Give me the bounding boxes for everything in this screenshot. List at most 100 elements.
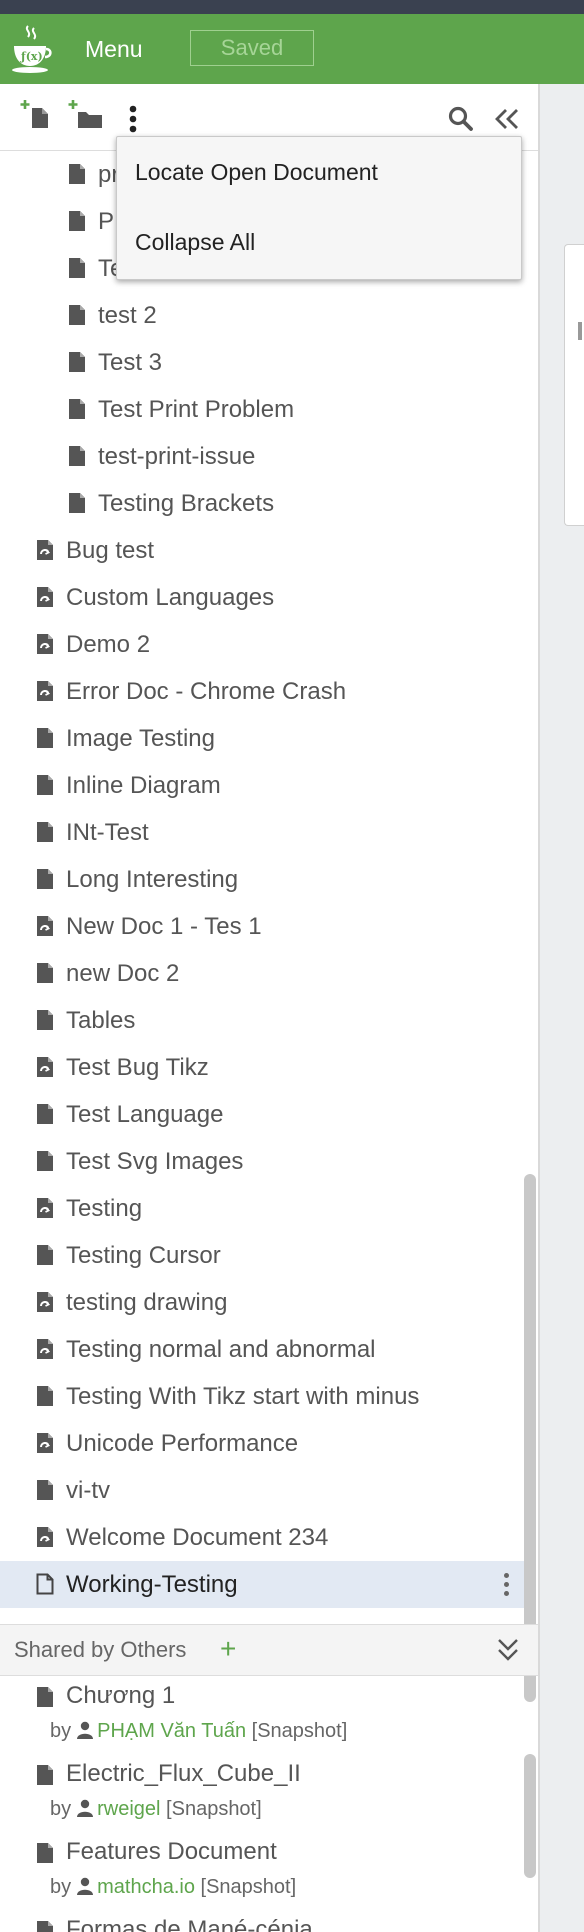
by-label: by <box>50 1720 72 1742</box>
window-top-strip <box>0 0 584 14</box>
document-tree: pr P Te test 2 Test 3 Test Print Problem test-… <box>0 151 538 1616</box>
tree-item-label: Inline Diagram <box>66 772 221 799</box>
tree-item[interactable]: Testing normal and abnormal <box>0 1326 526 1373</box>
file-icon <box>68 445 86 467</box>
shared-file-icon <box>36 680 54 702</box>
tree-item[interactable]: Testing <box>0 1185 526 1232</box>
shared-file-icon <box>36 1056 54 1078</box>
tree-item[interactable]: Custom Languages <box>0 574 526 621</box>
tree-item[interactable]: INt-Test <box>0 809 526 856</box>
user-icon <box>77 1721 94 1739</box>
add-folder-icon[interactable] <box>68 98 104 130</box>
tree-item-label: P <box>98 208 115 235</box>
tree-item[interactable]: Test Print Problem <box>0 386 526 433</box>
snapshot-tag: [Snapshot] <box>251 1720 348 1742</box>
file-icon <box>68 257 86 279</box>
shared-list-item[interactable]: Features Document by mathcha.io [Snapshot] <box>0 1832 520 1910</box>
tree-item-label: New Doc 1 - Tes 1 <box>66 913 262 940</box>
tree-item[interactable]: Demo 2 <box>0 621 526 668</box>
tree-item[interactable]: Test Svg Images <box>0 1138 526 1185</box>
tree-item[interactable]: test 2 <box>0 292 526 339</box>
tree-item[interactable]: new Doc 2 <box>0 950 526 997</box>
tree-item[interactable]: Tables <box>0 997 526 1044</box>
tree-item-label: test 2 <box>98 302 157 329</box>
mathcha-logo-icon[interactable]: ƒ(x) <box>8 24 52 76</box>
tree-item-label: Testing normal and abnormal <box>66 1336 376 1363</box>
shared-file-icon <box>36 633 54 655</box>
add-document-icon[interactable] <box>20 98 50 130</box>
shared-file-icon <box>36 915 54 937</box>
owner-link[interactable]: rweigel <box>97 1798 160 1820</box>
file-icon <box>36 1103 54 1125</box>
file-icon <box>68 163 86 185</box>
by-label: by <box>50 1876 72 1898</box>
shared-section-header[interactable]: Shared by Others + <box>0 1624 538 1676</box>
shared-file-icon <box>36 586 54 608</box>
tree-item[interactable]: vi-tv <box>0 1467 526 1514</box>
tree-item[interactable]: Error Doc - Chrome Crash <box>0 668 526 715</box>
tree-item[interactable]: Working-Testing <box>0 1561 526 1608</box>
tree-item-label: Test 3 <box>98 349 163 376</box>
tree-item[interactable]: Long Interesting <box>0 856 526 903</box>
tree-item[interactable]: Unicode Performance <box>0 1420 526 1467</box>
tree-item-label: testing drawing <box>66 1289 228 1316</box>
shared-list-item[interactable]: Chương 1 by PHẠM Văn Tuấn [Snapshot] <box>0 1676 520 1754</box>
snapshot-tag: [Snapshot] <box>200 1876 297 1898</box>
tree-item[interactable]: Testing Brackets <box>0 480 526 527</box>
tree-item[interactable]: Testing Cursor <box>0 1232 526 1279</box>
tree-item-label: Test Print Problem <box>98 396 295 423</box>
search-icon[interactable] <box>448 106 474 132</box>
tree-item[interactable]: Test Bug Tikz <box>0 1044 526 1091</box>
editor-page-card <box>564 244 584 526</box>
more-vertical-icon[interactable] <box>128 104 138 134</box>
menu-item-locate-open-document[interactable]: Locate Open Document <box>135 159 378 186</box>
tree-item[interactable]: New Doc 1 - Tes 1 <box>0 903 526 950</box>
owner-link[interactable]: mathcha.io <box>97 1876 195 1898</box>
tree-item[interactable]: Test Language <box>0 1091 526 1138</box>
expand-section-icon[interactable] <box>496 1637 520 1663</box>
tree-item[interactable]: Testing With Tikz start with minus <box>0 1373 526 1420</box>
file-icon <box>36 1244 54 1266</box>
add-shared-icon[interactable]: + <box>220 1635 236 1663</box>
tree-item-label: Unicode Performance <box>66 1430 299 1457</box>
saved-status-badge: Saved <box>190 30 314 66</box>
tree-scrollbar[interactable] <box>524 1174 536 1702</box>
file-icon <box>36 962 54 984</box>
shared-item-owner: by rweigel [Snapshot] <box>50 1798 262 1821</box>
file-icon <box>36 1009 54 1031</box>
tree-item[interactable]: Inline Diagram <box>0 762 526 809</box>
file-icon <box>36 1385 54 1407</box>
tree-item-label: Testing Cursor <box>66 1242 221 1269</box>
menu-item-collapse-all[interactable]: Collapse All <box>135 229 255 256</box>
file-icon <box>36 1764 54 1786</box>
menu-button[interactable]: Menu <box>85 36 143 63</box>
file-icon <box>36 1479 54 1501</box>
collapse-sidebar-icon[interactable] <box>494 108 520 130</box>
tree-item[interactable]: Test 3 <box>0 339 526 386</box>
owner-link[interactable]: PHẠM Văn Tuấn <box>97 1720 246 1742</box>
file-icon <box>36 1920 54 1932</box>
file-icon <box>36 774 54 796</box>
shared-list-item[interactable]: Formas de Mané-cénia <box>0 1910 520 1932</box>
tree-item[interactable]: Bug test <box>0 527 526 574</box>
sidebar-context-menu: Locate Open Document Collapse All <box>116 136 522 280</box>
tree-item[interactable]: Image Testing <box>0 715 526 762</box>
tree-item-label: Custom Languages <box>66 584 275 611</box>
tree-item-label: Test Language <box>66 1101 224 1128</box>
tree-item-label: Bug test <box>66 537 155 564</box>
item-more-icon[interactable] <box>504 1573 510 1597</box>
tree-item[interactable]: Welcome Document 234 <box>0 1514 526 1561</box>
tree-item-label: Testing <box>66 1195 143 1222</box>
shared-documents-list: Chương 1 by PHẠM Văn Tuấn [Snapshot] Electr… <box>0 1676 538 1932</box>
shared-scrollbar[interactable] <box>524 1754 536 1878</box>
tree-item[interactable]: testing drawing <box>0 1279 526 1326</box>
file-icon <box>36 868 54 890</box>
shared-file-icon <box>36 539 54 561</box>
tree-item-label: Long Interesting <box>66 866 239 893</box>
file-icon <box>68 492 86 514</box>
shared-section-title: Shared by Others <box>14 1637 187 1662</box>
shared-list-item[interactable]: Electric_Flux_Cube_II by rweigel [Snapshot… <box>0 1754 520 1832</box>
tree-item-label: Welcome Document 234 <box>66 1524 329 1551</box>
shared-item-name: Chương 1 <box>66 1682 176 1709</box>
tree-item[interactable]: test-print-issue <box>0 433 526 480</box>
